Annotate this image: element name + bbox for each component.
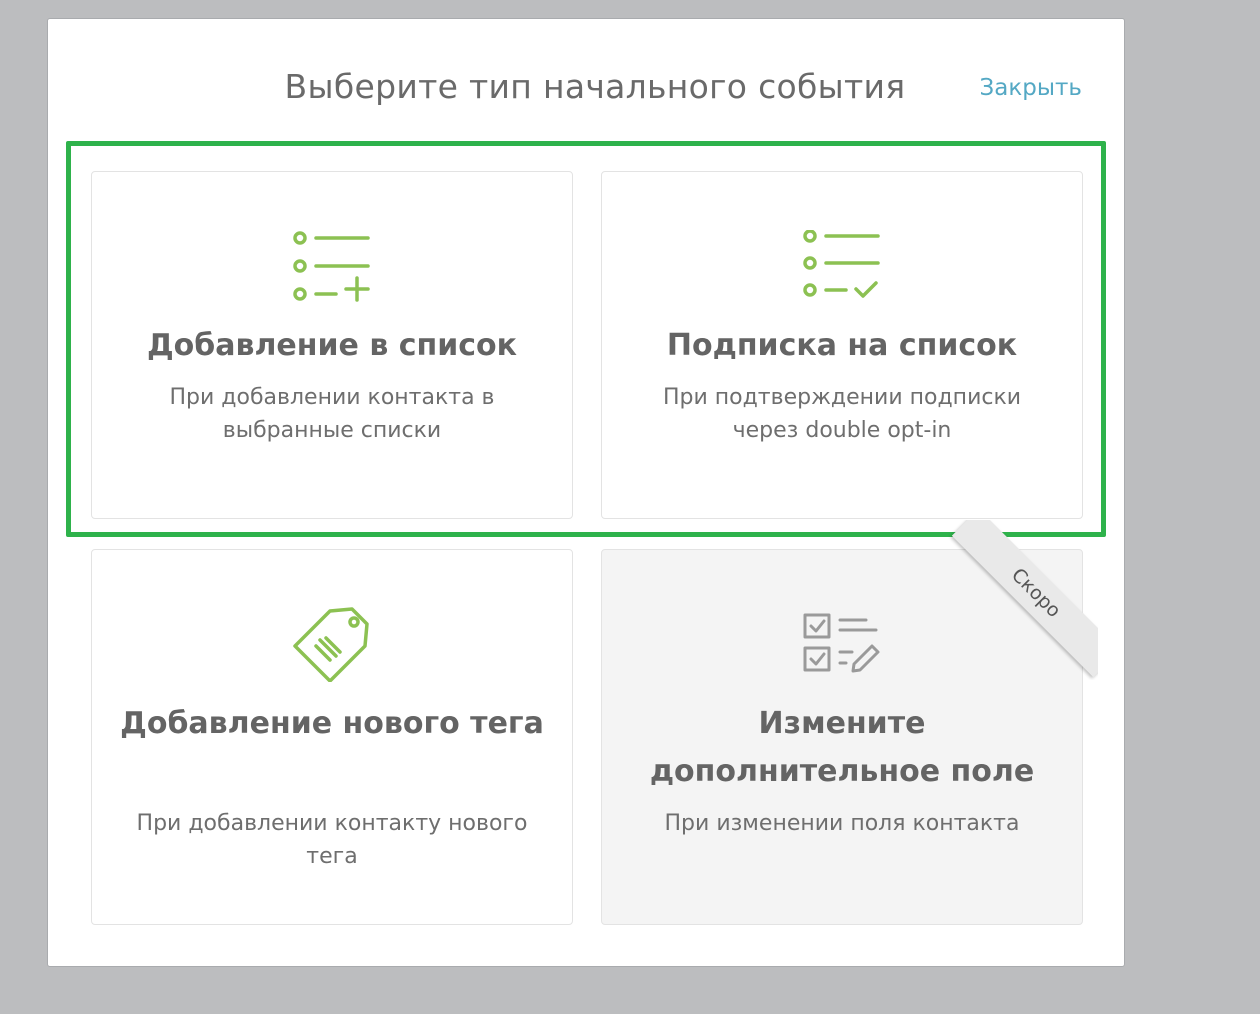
card-description: При подтверждении подписки через double … <box>662 385 1022 443</box>
card-description: При добавлении контакту нового тега <box>136 811 528 869</box>
soon-badge: Скоро <box>951 520 1098 678</box>
card-title: Подписка на список <box>666 328 1018 363</box>
list-check-icon <box>802 229 882 308</box>
card-add-new-tag[interactable]: Добавление нового тега При добавлении ко… <box>91 549 573 925</box>
soon-ribbon: Скоро <box>908 520 1098 680</box>
card-title: Добавление нового тега <box>120 706 544 741</box>
card-description: При изменении поля контакта <box>664 811 1020 836</box>
card-title: Добавление в список <box>146 328 518 363</box>
card-add-to-list[interactable]: Добавление в список При добавлении конта… <box>91 171 573 519</box>
checklist-edit-icon <box>802 612 882 678</box>
card-title: Измените дополнительное поле <box>649 706 1035 789</box>
close-link[interactable]: Закрыть <box>980 75 1082 101</box>
card-subscribe-to-list[interactable]: Подписка на список При подтверждении под… <box>601 171 1083 519</box>
tag-icon <box>290 606 374 686</box>
event-type-modal: Выберите тип начального события Закрыть … <box>47 18 1125 967</box>
list-add-icon <box>292 230 372 308</box>
card-description: При добавлении контакта в выбранные спис… <box>169 385 495 443</box>
modal-title: Выберите тип начального события <box>284 67 906 106</box>
